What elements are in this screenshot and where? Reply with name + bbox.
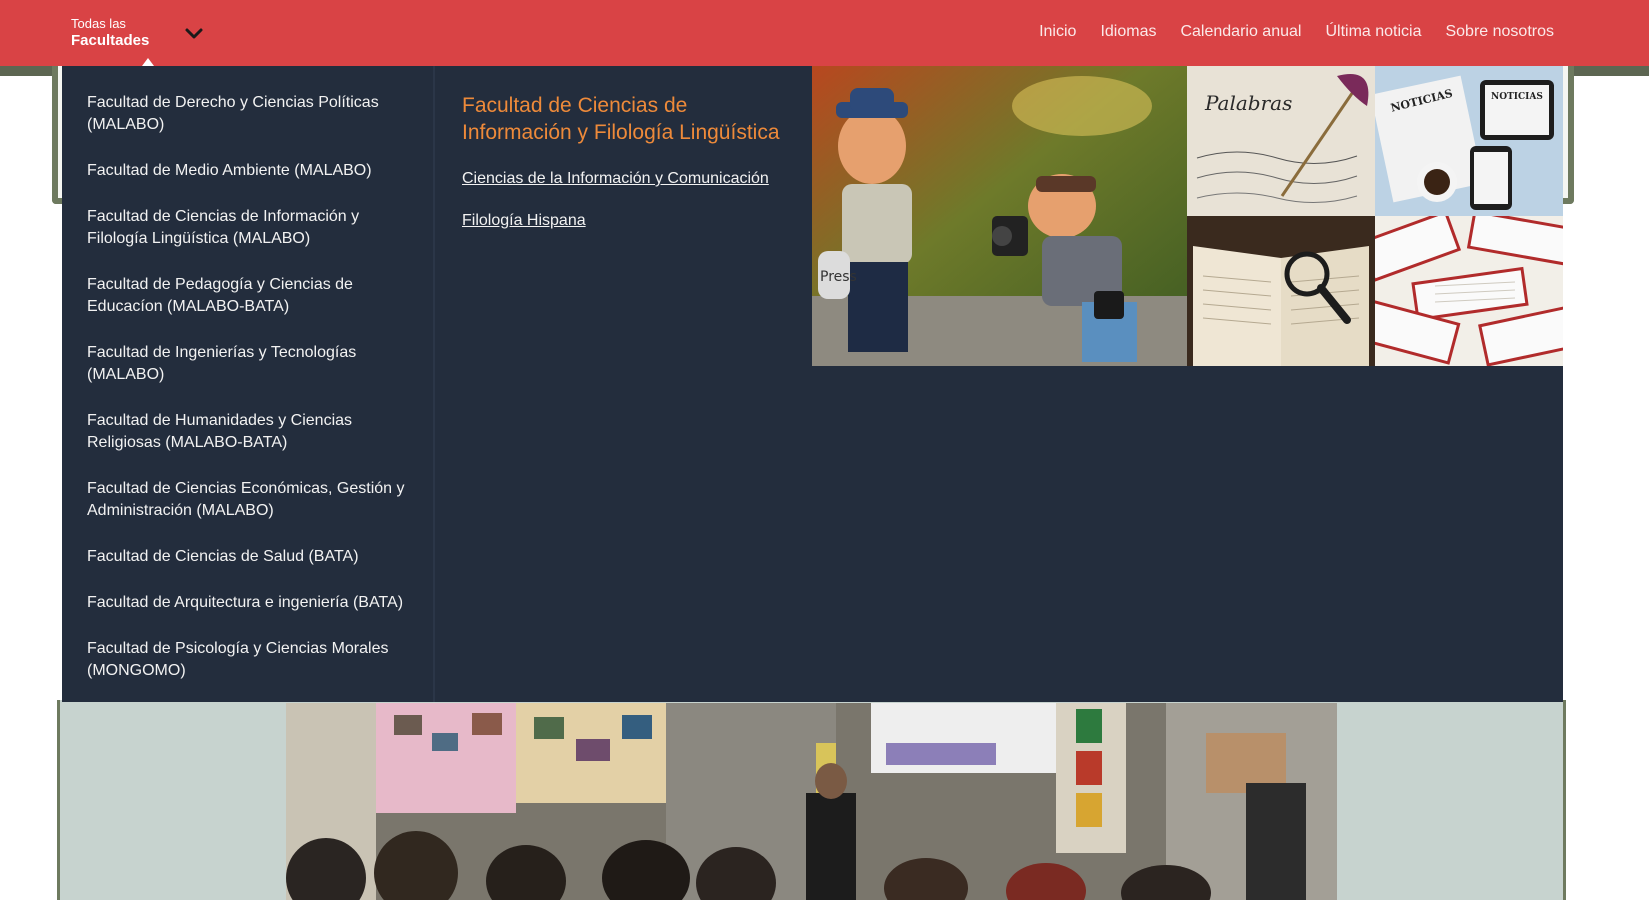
- page-border-right: [1563, 700, 1566, 900]
- nav-calendario[interactable]: Calendario anual: [1180, 23, 1301, 41]
- stacked-books-image: [1375, 216, 1563, 366]
- faculties-toggle[interactable]: Todas las Facultades: [71, 10, 205, 56]
- main-nav: Inicio Idiomas Calendario anual Última n…: [1039, 0, 1554, 64]
- faculty-item-humanidades[interactable]: Facultad de Humanidades y Ciencias Relig…: [62, 410, 433, 454]
- subitem-ciencias-informacion[interactable]: Ciencias de la Información y Comunicació…: [462, 170, 792, 188]
- menu-caret: [142, 58, 154, 66]
- faculties-mega-menu: Facultad de Derecho y Ciencias Políticas…: [62, 66, 1563, 702]
- faculty-item-arquitectura[interactable]: Facultad de Arquitectura e ingeniería (B…: [62, 592, 433, 614]
- faculty-image-collage: Press Palabras NOTICIAS NOTICIAS: [812, 66, 1563, 366]
- nav-ultima-noticia[interactable]: Última noticia: [1325, 23, 1421, 41]
- faculties-toggle-small: Todas las: [71, 16, 126, 32]
- press-figurines-image: Press: [812, 66, 1187, 366]
- noticias2-text: NOTICIAS: [1491, 92, 1543, 102]
- chevron-down-icon[interactable]: [183, 22, 205, 44]
- faculty-item-economicas[interactable]: Facultad de Ciencias Económicas, Gestión…: [62, 478, 433, 522]
- classroom-photo: [286, 703, 1337, 900]
- nav-inicio[interactable]: Inicio: [1039, 23, 1076, 41]
- faculty-list: Facultad de Derecho y Ciencias Políticas…: [62, 66, 433, 682]
- noticias-devices-image: NOTICIAS NOTICIAS: [1375, 66, 1563, 216]
- faculty-item-pedagogia[interactable]: Facultad de Pedagogía y Ciencias de Educ…: [62, 274, 433, 318]
- press-text: Press: [820, 269, 857, 285]
- faculty-item-ingenierias[interactable]: Facultad de Ingenierías y Tecnologías (M…: [62, 342, 433, 386]
- book-magnifier-image: [1187, 216, 1375, 366]
- top-navbar: Todas las Facultades Inicio Idiomas Cale…: [0, 0, 1649, 66]
- faculties-toggle-label: Facultades: [71, 31, 150, 49]
- faculty-item-medio-ambiente[interactable]: Facultad de Medio Ambiente (MALABO): [62, 160, 433, 182]
- faculty-list-column: Facultad de Derecho y Ciencias Políticas…: [62, 66, 435, 702]
- faculty-item-psicologia[interactable]: Facultad de Psicología y Ciencias Morale…: [62, 638, 433, 682]
- palabras-text: Palabras: [1204, 91, 1292, 115]
- faculty-item-derecho[interactable]: Facultad de Derecho y Ciencias Políticas…: [62, 92, 433, 136]
- faculty-item-informacion[interactable]: Facultad de Ciencias de Información y Fi…: [62, 206, 433, 250]
- nav-idiomas[interactable]: Idiomas: [1100, 23, 1156, 41]
- faculty-item-salud[interactable]: Facultad de Ciencias de Salud (BATA): [62, 546, 433, 568]
- faculty-detail-column: Facultad de Ciencias de Información y Fi…: [462, 92, 792, 254]
- subitem-filologia-hispana[interactable]: Filología Hispana: [462, 212, 792, 230]
- nav-sobre-nosotros[interactable]: Sobre nosotros: [1445, 23, 1554, 41]
- faculty-detail-title[interactable]: Facultad de Ciencias de Información y Fi…: [462, 92, 792, 146]
- palabras-quill-image: Palabras: [1187, 66, 1375, 216]
